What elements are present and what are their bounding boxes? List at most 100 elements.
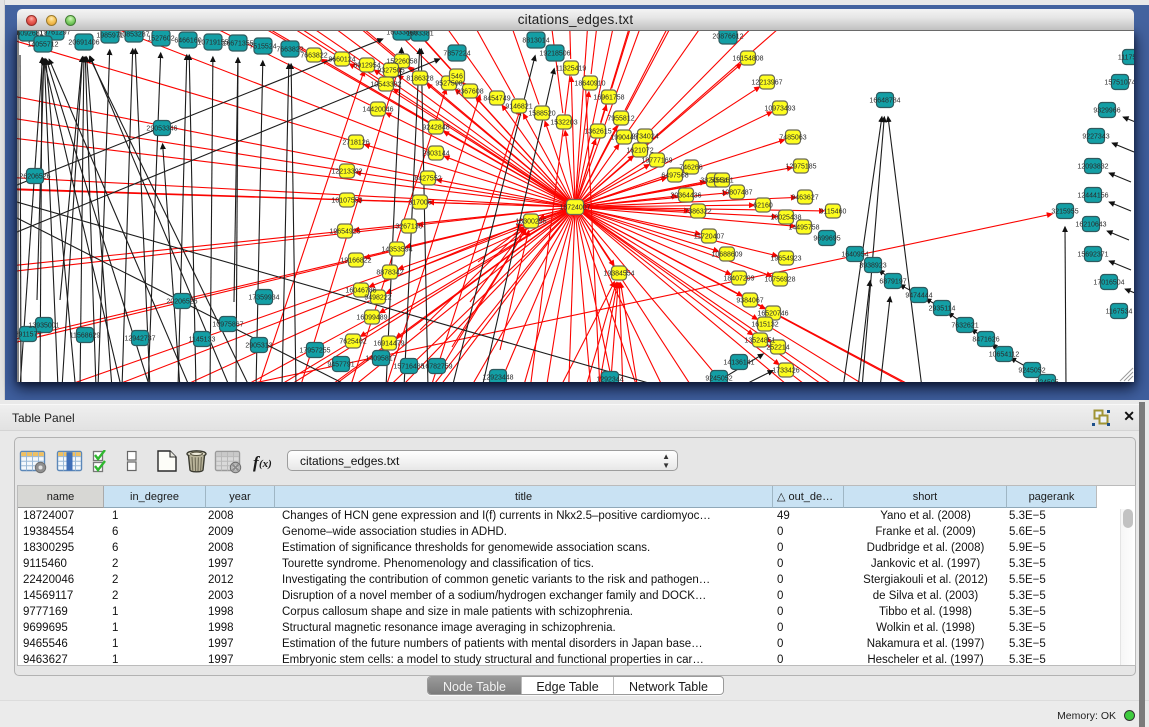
svg-text:1640954: 1640954	[841, 251, 868, 258]
svg-text:317006: 317006	[408, 199, 431, 206]
svg-text:2367608: 2367608	[456, 88, 483, 95]
svg-text:1532203: 1532203	[550, 119, 577, 126]
svg-text:17016504: 17016504	[1093, 279, 1124, 286]
svg-text:1733426: 1733426	[772, 367, 799, 374]
svg-text:15692371: 15692371	[1077, 251, 1108, 258]
svg-text:1527602: 1527602	[147, 35, 174, 42]
svg-text:26206526: 26206526	[19, 173, 50, 180]
svg-text:19166822: 19166822	[340, 257, 371, 264]
svg-text:1615132: 1615132	[751, 321, 778, 328]
svg-text:20691406: 20691406	[68, 39, 99, 46]
svg-text:9327505: 9327505	[377, 67, 404, 74]
svg-text:3215955: 3215955	[1051, 208, 1078, 215]
svg-text:10807487: 10807487	[721, 189, 752, 196]
svg-text:6497568: 6497568	[661, 172, 688, 179]
svg-text:19218506: 19218506	[539, 50, 570, 57]
svg-text:9463627: 9463627	[791, 194, 818, 201]
svg-text:1292344: 1292344	[596, 376, 623, 382]
svg-text:(x): (x)	[259, 458, 272, 470]
svg-text:9474444: 9474444	[905, 292, 932, 299]
svg-text:18640910: 18640910	[574, 80, 605, 87]
svg-text:19384554: 19384554	[603, 270, 634, 277]
svg-text:8427552: 8427552	[414, 175, 441, 182]
svg-text:8878342: 8878342	[376, 269, 403, 276]
svg-text:10543382: 10543382	[370, 81, 401, 88]
svg-text:9457791: 9457791	[327, 361, 354, 368]
svg-text:10756928: 10756928	[764, 276, 795, 283]
svg-text:9734024: 9734024	[631, 133, 658, 140]
svg-text:7632621: 7632621	[951, 322, 978, 329]
svg-text:1362615: 1362615	[584, 128, 611, 135]
svg-text:9242848: 9242848	[422, 124, 449, 131]
svg-text:1117534: 1117534	[1118, 54, 1134, 61]
svg-text:15716485: 15716485	[393, 363, 424, 370]
svg-text:1167534: 1167534	[1106, 308, 1133, 315]
svg-text:14495758: 14495758	[788, 224, 819, 231]
svg-text:14055712: 14055712	[27, 41, 58, 48]
svg-text:8471626: 8471626	[972, 336, 999, 343]
svg-text:20206526: 20206526	[166, 298, 197, 305]
svg-text:16520746: 16520746	[757, 310, 788, 317]
svg-text:11720407: 11720407	[694, 233, 725, 240]
svg-text:18407299: 18407299	[723, 275, 754, 282]
svg-text:9146821: 9146821	[505, 103, 532, 110]
svg-text:10654112: 10654112	[989, 351, 1020, 358]
svg-text:2803144: 2803144	[422, 150, 449, 157]
svg-text:2935114: 2935114	[929, 305, 956, 312]
svg-text:8813014: 8813014	[522, 37, 549, 44]
svg-text:12444156: 12444156	[1077, 192, 1108, 199]
svg-text:16154808: 16154808	[732, 55, 763, 62]
svg-text:8938923: 8938923	[859, 262, 886, 269]
svg-text:12093832: 12093832	[1077, 163, 1108, 170]
svg-text:12975185: 12975185	[785, 163, 816, 170]
svg-text:16099489: 16099489	[356, 314, 387, 321]
svg-text:19777169: 19777169	[641, 157, 672, 164]
svg-text:9527508: 9527508	[435, 80, 462, 87]
svg-text:1588520: 1588520	[528, 110, 555, 117]
svg-text:11568629: 11568629	[70, 332, 101, 339]
svg-text:746266: 746266	[679, 164, 702, 171]
svg-text:19654923: 19654923	[770, 255, 801, 262]
svg-text:7485063: 7485063	[779, 134, 806, 141]
svg-text:7515524: 7515524	[249, 43, 276, 50]
svg-text:7625402: 7625402	[339, 338, 366, 345]
svg-text:10975867: 10975867	[212, 321, 243, 328]
svg-text:2905313: 2905313	[245, 342, 272, 349]
svg-text:16210643: 16210643	[1075, 221, 1106, 228]
svg-text:16648784: 16648784	[869, 97, 900, 104]
svg-text:8186328: 8186328	[406, 75, 433, 82]
svg-text:7663822: 7663822	[300, 52, 327, 59]
svg-text:6879197: 6879197	[879, 278, 906, 285]
svg-text:3911577: 3911577	[17, 331, 41, 338]
svg-text:9384067: 9384067	[736, 297, 763, 304]
svg-text:17359934: 17359934	[248, 294, 279, 301]
svg-text:10688609: 10688609	[711, 251, 742, 258]
svg-text:10973493: 10973493	[764, 105, 795, 112]
svg-text:534161: 534161	[710, 177, 733, 184]
svg-text:15751074: 15751074	[1104, 79, 1134, 86]
svg-text:3267130: 3267130	[395, 223, 422, 230]
svg-text:10025438: 10025438	[770, 214, 801, 221]
svg-text:9245052: 9245052	[705, 375, 732, 382]
svg-text:14136141: 14136141	[723, 359, 754, 366]
svg-text:8454749: 8454749	[483, 95, 510, 102]
svg-text:14420046: 14420046	[362, 106, 393, 113]
svg-text:16782759: 16782759	[421, 363, 452, 370]
svg-text:2718126: 2718126	[342, 139, 369, 146]
svg-text:12942737: 12942737	[124, 335, 155, 342]
svg-text:252214: 252214	[766, 344, 789, 351]
svg-text:1621072: 1621072	[626, 147, 653, 154]
svg-text:17957255: 17957255	[299, 347, 330, 354]
svg-text:19654925: 19654925	[329, 228, 360, 235]
svg-text:29053346: 29053346	[146, 125, 177, 132]
svg-text:9498222: 9498222	[364, 294, 391, 301]
svg-text:7955812: 7955812	[607, 115, 634, 122]
svg-text:1603381: 1603381	[406, 31, 433, 37]
svg-text:9227343: 9227343	[1082, 133, 1109, 140]
svg-text:9329966: 9329966	[1093, 107, 1120, 114]
svg-text:546: 546	[451, 73, 463, 80]
svg-text:13524851: 13524851	[744, 337, 775, 344]
svg-text:14353594: 14353594	[381, 246, 412, 253]
svg-text:9245052: 9245052	[1018, 367, 1045, 374]
svg-text:19761297: 19761297	[39, 31, 70, 36]
